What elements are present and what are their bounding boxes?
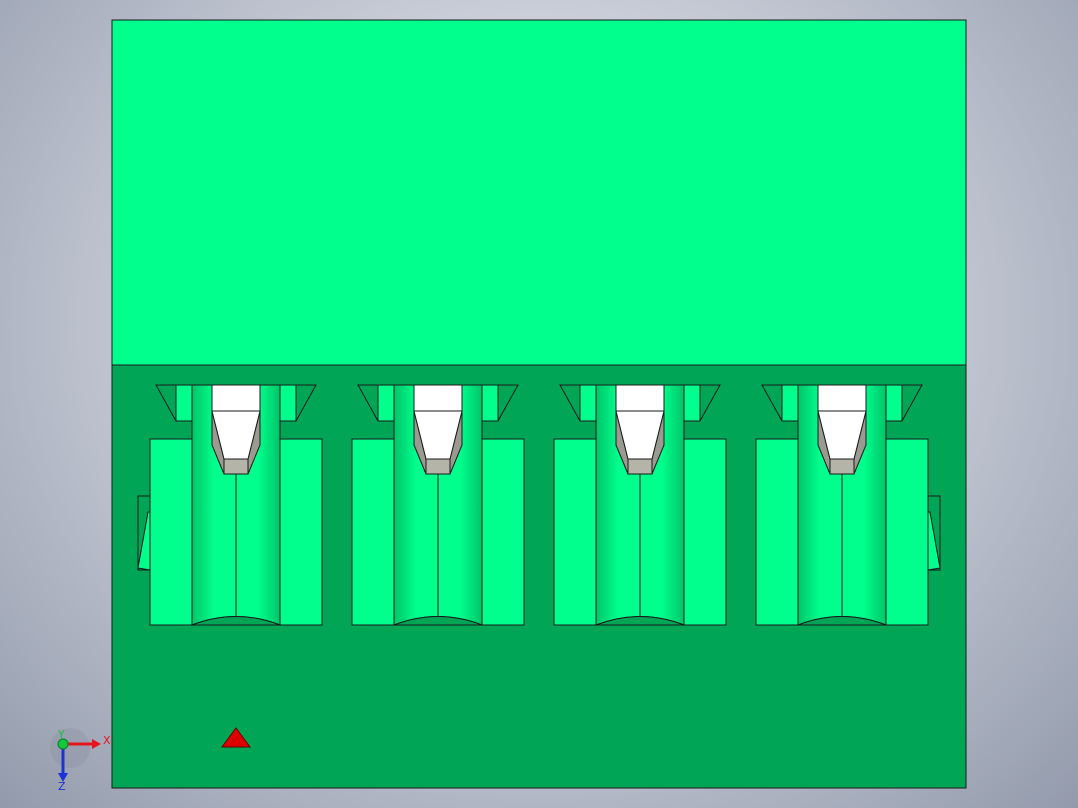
pin-top[interactable] — [615, 384, 665, 412]
pin-tip — [829, 458, 855, 475]
pin-top[interactable] — [211, 384, 261, 412]
pin-top[interactable] — [413, 384, 463, 412]
pin-tip — [627, 458, 653, 475]
x-axis-label: X — [103, 734, 111, 747]
pin-top[interactable] — [817, 384, 867, 412]
z-axis-label: Z — [58, 780, 66, 793]
triad-shadow — [50, 728, 90, 768]
pin-tip — [223, 458, 249, 475]
connector-model[interactable] — [111, 19, 967, 789]
upper-housing-face[interactable] — [111, 19, 967, 366]
pin-tip — [425, 458, 451, 475]
y-axis-label: Y — [57, 728, 65, 741]
graphics-viewport[interactable]: X Y Z — [0, 0, 1078, 808]
x-axis-arrow — [92, 739, 101, 749]
view-orientation-triad[interactable]: X Y Z — [50, 728, 111, 793]
